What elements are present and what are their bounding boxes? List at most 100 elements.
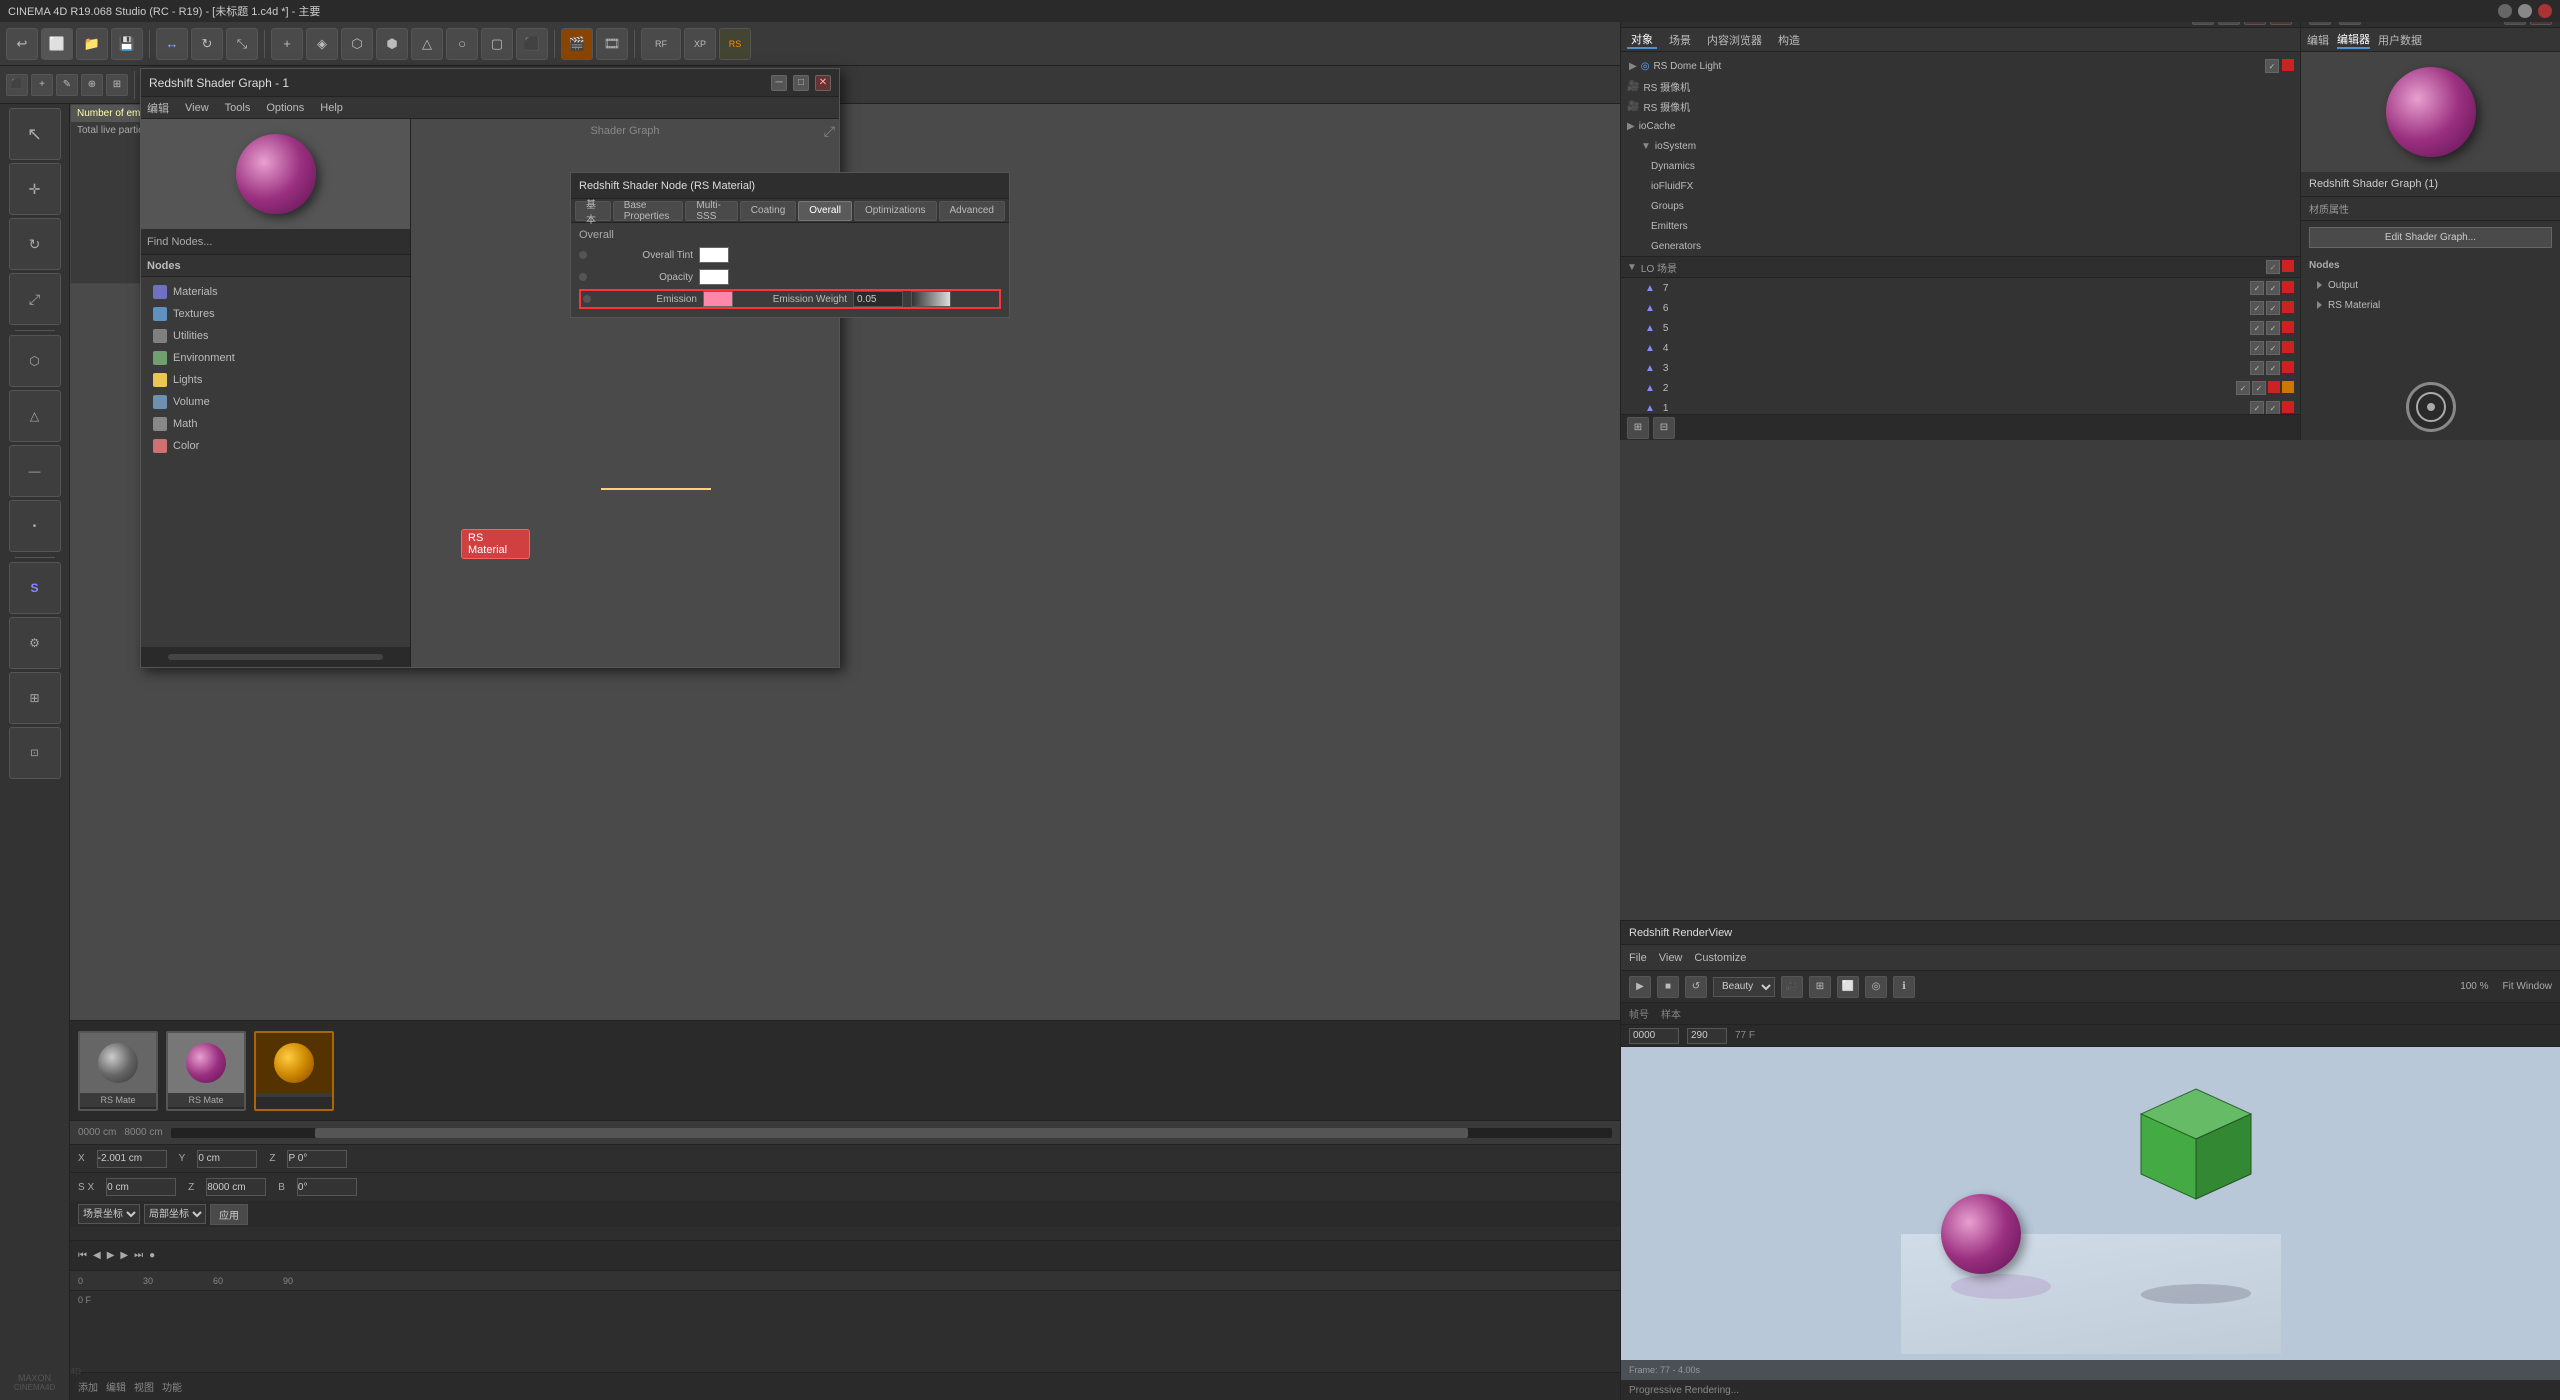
- tb2-btn5[interactable]: ⊞: [106, 74, 128, 96]
- maximize-btn[interactable]: [2518, 4, 2532, 18]
- tb2-btn3[interactable]: ✎: [56, 74, 78, 96]
- new-btn[interactable]: ⬜: [41, 28, 73, 60]
- dialog-minimize-btn[interactable]: ─: [771, 75, 787, 91]
- render-play-btn[interactable]: ▶: [1629, 976, 1651, 998]
- scene-obj-camera2[interactable]: 🎥 RS 摄像机: [1621, 96, 2300, 116]
- scale-btn[interactable]: ⤡: [226, 28, 258, 60]
- obj7-cb[interactable]: ✓: [2250, 281, 2264, 295]
- sidebar-move-btn[interactable]: ✛: [9, 163, 61, 215]
- obj5-cb[interactable]: ✓: [2250, 321, 2264, 335]
- tree-item-environment[interactable]: Environment: [141, 347, 410, 369]
- mode-select2[interactable]: 局部坐标: [144, 1204, 206, 1224]
- coord-x-input[interactable]: [97, 1150, 167, 1168]
- tab-overall[interactable]: Overall: [798, 201, 852, 221]
- obj4-cb2[interactable]: ✓: [2266, 341, 2280, 355]
- tool5-btn[interactable]: ○: [446, 28, 478, 60]
- tool6-btn[interactable]: ▢: [481, 28, 513, 60]
- rv-menu-customize[interactable]: Customize: [1694, 952, 1746, 964]
- sidebar-edge-btn[interactable]: —: [9, 445, 61, 497]
- sidebar-point-btn[interactable]: •: [9, 500, 61, 552]
- render2-btn[interactable]: 🎞: [596, 28, 628, 60]
- obj2-cb[interactable]: ✓: [2236, 381, 2250, 395]
- tb2-btn4[interactable]: ⊕: [81, 74, 103, 96]
- tool4-btn[interactable]: △: [411, 28, 443, 60]
- tree-item-volume[interactable]: Volume: [141, 391, 410, 413]
- scene-tab-structure[interactable]: 构造: [1774, 32, 1804, 48]
- expand-graph-btn[interactable]: ⤢: [824, 123, 835, 140]
- node-output[interactable]: Output: [2309, 275, 2552, 295]
- render-stop-btn[interactable]: ■: [1657, 976, 1679, 998]
- sidebar-plugin-btn[interactable]: ⚙: [9, 617, 61, 669]
- render-camera-btn[interactable]: 🎥: [1781, 976, 1803, 998]
- coord-z-input[interactable]: [287, 1150, 347, 1168]
- render-grid-btn[interactable]: ⊞: [1809, 976, 1831, 998]
- sidebar-modeler-btn[interactable]: ⬡: [9, 335, 61, 387]
- open-btn[interactable]: 📁: [76, 28, 108, 60]
- scene-obj-generators[interactable]: Generators: [1621, 236, 2300, 256]
- dialog-menu-help[interactable]: Help: [320, 102, 343, 114]
- sidebar-rotate-btn[interactable]: ↻: [9, 218, 61, 270]
- obj4-cb[interactable]: ✓: [2250, 341, 2264, 355]
- sidebar-polygon-btn[interactable]: △: [9, 390, 61, 442]
- obj2-cb2[interactable]: ✓: [2252, 381, 2266, 395]
- scene-obj-7[interactable]: ▲ 7 ✓ ✓: [1621, 278, 2300, 298]
- dialog-menu-options[interactable]: Options: [266, 102, 304, 114]
- undo-btn[interactable]: ↩: [6, 28, 38, 60]
- scene-tab-content[interactable]: 内容浏览器: [1703, 32, 1766, 48]
- emission-weight-slider[interactable]: [911, 291, 951, 307]
- obj7-cb2[interactable]: ✓: [2266, 281, 2280, 295]
- tab-base-props[interactable]: Base Properties: [613, 201, 684, 221]
- rs-material-node[interactable]: RS Material Out Color: [461, 529, 530, 547]
- apply-btn[interactable]: 应用: [210, 1204, 248, 1225]
- tree-item-lights[interactable]: Lights: [141, 369, 410, 391]
- right-tab-editor[interactable]: 编辑器: [2337, 31, 2370, 49]
- save-btn[interactable]: 💾: [111, 28, 143, 60]
- tb2-btn2[interactable]: +: [31, 74, 53, 96]
- tree-item-materials[interactable]: Materials: [141, 281, 410, 303]
- obj1-cb[interactable]: ✓: [2250, 401, 2264, 414]
- scene-obj-emitters[interactable]: Emitters: [1621, 216, 2300, 236]
- sidebar-snap-btn[interactable]: ⊡: [9, 727, 61, 779]
- rv-menu-view[interactable]: View: [1659, 952, 1683, 964]
- mat-thumb-2[interactable]: RS Mate: [166, 1031, 246, 1111]
- move-btn[interactable]: ↔: [156, 28, 188, 60]
- scene-tab-objects[interactable]: 对象: [1627, 31, 1657, 49]
- tree-item-utilities[interactable]: Utilities: [141, 325, 410, 347]
- scene-tab-scene[interactable]: 场景: [1665, 32, 1695, 48]
- add-btn[interactable]: +: [271, 28, 303, 60]
- dome-vis-cb[interactable]: ✓: [2265, 59, 2279, 73]
- render-region-btn[interactable]: ◎: [1865, 976, 1887, 998]
- obj1-cb2[interactable]: ✓: [2266, 401, 2280, 414]
- right-tab-userdata[interactable]: 用户数据: [2378, 32, 2422, 48]
- tool7-btn[interactable]: ⬛: [516, 28, 548, 60]
- tab-optimizations[interactable]: Optimizations: [854, 201, 937, 221]
- mat-thumb-3[interactable]: [254, 1031, 334, 1111]
- frame-range-slider[interactable]: [171, 1128, 1612, 1138]
- coord-y-input[interactable]: [197, 1150, 257, 1168]
- rv-menu-file[interactable]: File: [1629, 952, 1647, 964]
- timeline-end[interactable]: ⏭: [134, 1250, 143, 1261]
- tool3-btn[interactable]: ⬢: [376, 28, 408, 60]
- render-frame-to[interactable]: [1687, 1028, 1727, 1044]
- sidebar-scale-btn[interactable]: ⤢: [9, 273, 61, 325]
- tree-item-color[interactable]: Color: [141, 435, 410, 457]
- close-btn[interactable]: [2538, 4, 2552, 18]
- dialog-menu-tools[interactable]: Tools: [225, 102, 251, 114]
- scene-obj-iosystem[interactable]: ▼ ioSystem: [1621, 136, 2300, 156]
- scene-obj-1[interactable]: ▲ 1 ✓ ✓: [1621, 398, 2300, 414]
- dialog-close-btn[interactable]: ✕: [815, 75, 831, 91]
- timeline-prev[interactable]: ◀: [93, 1250, 101, 1261]
- scene-obj-iocache[interactable]: ▶ ioCache: [1621, 116, 2300, 136]
- render-canvas[interactable]: Frame: 77 - 4.00s: [1621, 1047, 2560, 1380]
- scene-obj-4[interactable]: ▲ 4 ✓ ✓: [1621, 338, 2300, 358]
- sidebar-selection-btn[interactable]: ↖: [9, 108, 61, 160]
- mode-select1[interactable]: 场景坐标: [78, 1204, 140, 1224]
- tool2-btn[interactable]: ⬡: [341, 28, 373, 60]
- emission-weight-input[interactable]: [853, 291, 903, 307]
- size-y-input[interactable]: [206, 1178, 266, 1196]
- obj3-cb2[interactable]: ✓: [2266, 361, 2280, 375]
- lo-expand[interactable]: ▼: [1627, 262, 1637, 273]
- obj3-cb[interactable]: ✓: [2250, 361, 2264, 375]
- scene-obj-5[interactable]: ▲ 5 ✓ ✓: [1621, 318, 2300, 338]
- opacity-swatch[interactable]: [699, 269, 729, 285]
